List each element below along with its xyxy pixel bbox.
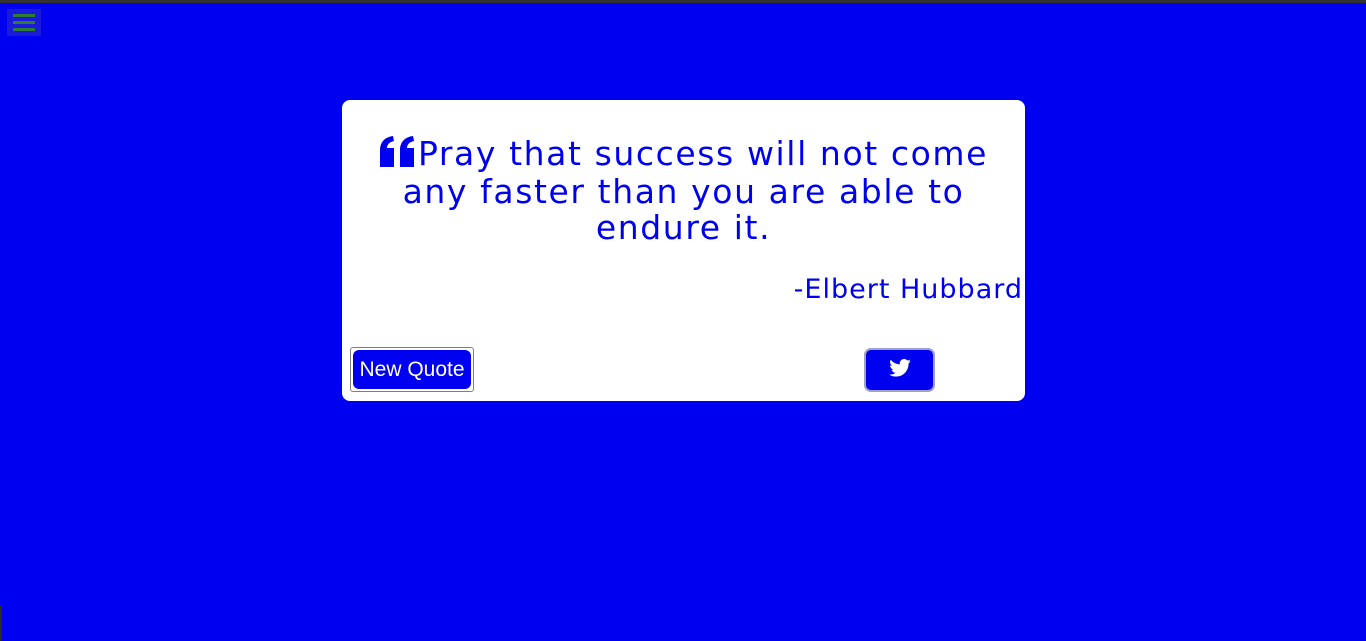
hamburger-icon-bar <box>13 21 35 24</box>
new-quote-label: New Quote <box>353 350 471 389</box>
hamburger-icon-bar <box>13 28 35 31</box>
hamburger-icon-bar <box>13 14 35 17</box>
left-edge-marker <box>0 606 2 641</box>
quote-author: -Elbert Hubbard <box>793 274 1023 305</box>
new-quote-button[interactable]: New Quote <box>350 347 474 392</box>
menu-toggle-button[interactable] <box>7 9 41 36</box>
quote-text: Pray that success will not come any fast… <box>402 134 989 247</box>
tweet-quote-button[interactable] <box>864 348 935 392</box>
quote-text-block: Pray that success will not come any fast… <box>342 100 1025 246</box>
twitter-icon <box>888 359 911 381</box>
top-border <box>0 0 1366 3</box>
quote-box: Pray that success will not come any fast… <box>342 100 1025 401</box>
quote-left-icon <box>379 136 416 174</box>
